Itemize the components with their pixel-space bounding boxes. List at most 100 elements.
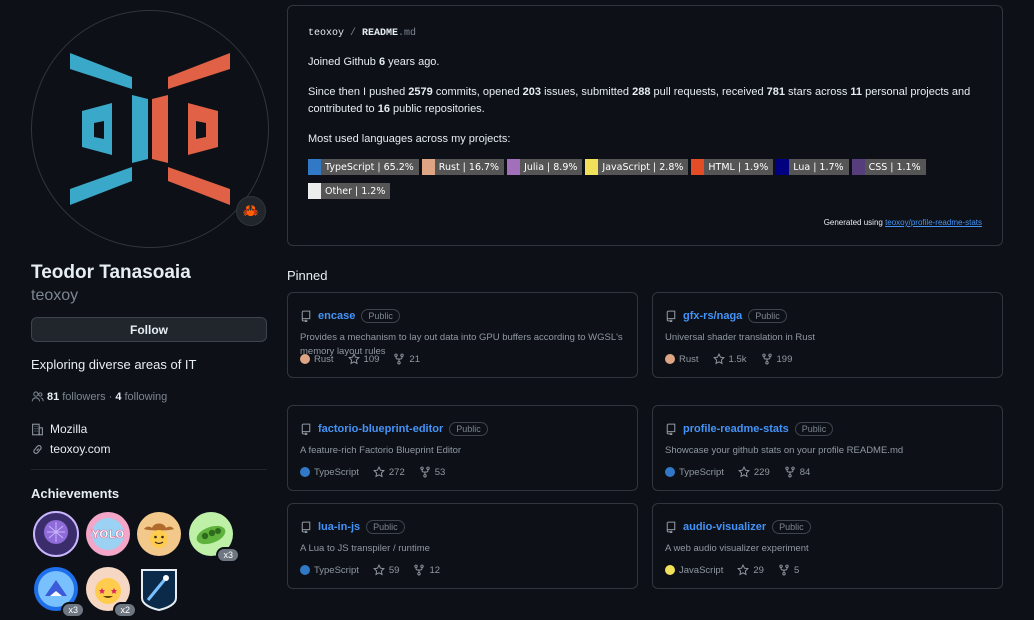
readme-file-extension: .md [398, 28, 417, 39]
star-icon [372, 564, 385, 576]
pinned-repo-card: lua-in-js Public A Lua to JS transpiler / … [287, 503, 638, 589]
language-name: JavaScript [679, 564, 724, 576]
repo-name-link[interactable]: gfx-rs/naga [683, 310, 742, 322]
repo-name-link[interactable]: encase [318, 310, 355, 322]
star-icon [347, 353, 360, 365]
language-color-dot [665, 565, 675, 575]
fork-icon [394, 353, 405, 365]
repo-stats: Rust 109 21 [300, 353, 434, 365]
language-name: TypeScript [314, 466, 359, 478]
status-emoji-badge[interactable]: 🦀 [236, 196, 266, 226]
repo-name-link[interactable]: audio-visualizer [683, 521, 766, 533]
repo-stars-link[interactable]: 59 [372, 564, 399, 576]
repo-forks-link[interactable]: 84 [784, 466, 810, 478]
languages-heading: Most used languages across my projects: [308, 133, 511, 145]
repo-language: TypeScript [665, 467, 724, 478]
language-color-dot [300, 354, 310, 364]
repo-icon [666, 423, 676, 435]
joined-suffix: years ago. [385, 56, 440, 68]
language-chip: CSS | 1.1% [851, 159, 926, 175]
pinned-repo-card: gfx-rs/naga Public Universal shader transl… [652, 292, 1003, 378]
language-chip: Julia | 8.9% [507, 159, 583, 175]
achievement-badge-7[interactable] [136, 566, 182, 612]
followers-count: 81 [47, 390, 60, 403]
stat-commits: 2579 [408, 86, 433, 98]
repo-name-link[interactable]: lua-in-js [318, 521, 360, 533]
repo-icon [301, 310, 311, 322]
language-label: Rust | 16.7% [438, 161, 500, 173]
link-icon [33, 444, 42, 454]
repo-language: Rust [300, 354, 334, 365]
forks-count: 5 [793, 564, 800, 576]
repo-stars-link[interactable]: 109 [347, 353, 379, 365]
following-label: following [124, 390, 168, 403]
followers-link[interactable]: 81 followers [47, 391, 106, 403]
achievement-badge-3[interactable] [136, 511, 182, 557]
repo-language: JavaScript [665, 565, 723, 576]
badge-count: x2 [113, 602, 137, 618]
stats-text: issues, submitted [541, 86, 633, 98]
achievement-badge-6[interactable]: x2 [85, 566, 137, 618]
language-label: Lua | 1.7% [793, 161, 844, 173]
repo-icon [666, 310, 676, 322]
forks-count: 21 [409, 353, 420, 365]
repo-forks-link[interactable]: 5 [778, 564, 799, 576]
repo-stars-link[interactable]: 1.5k [712, 353, 747, 365]
achievement-badge-4[interactable]: x3 [188, 511, 240, 563]
repo-stars-link[interactable]: 29 [737, 564, 764, 576]
repo-forks-link[interactable]: 21 [393, 353, 420, 365]
language-name: Rust [679, 353, 699, 365]
language-chip: Lua | 1.7% [776, 159, 849, 175]
achievement-badge-2[interactable]: YOLO [85, 511, 131, 557]
profile-bio: Exploring diverse areas of IT [31, 357, 197, 372]
language-swatch [507, 159, 521, 175]
generated-note: Generated using teoxoy/profile-readme-st… [824, 218, 982, 227]
pinned-heading: Pinned [287, 268, 328, 283]
following-link[interactable]: 4 following [115, 391, 167, 403]
achievement-badge-5[interactable]: x3 [33, 566, 85, 618]
achievement-cowboy-icon [137, 512, 181, 556]
sidebar-divider [31, 469, 267, 470]
language-color-dot [665, 354, 675, 364]
readme-path-separator: / [344, 28, 363, 39]
repo-language: TypeScript [300, 467, 359, 478]
repo-stars-link[interactable]: 272 [372, 466, 405, 478]
website-row: teoxoy.com [31, 442, 110, 456]
company-name: Mozilla [50, 422, 88, 436]
stats-text: public repositories. [389, 103, 485, 115]
visibility-badge: Public [366, 520, 405, 534]
repo-forks-link[interactable]: 199 [761, 353, 792, 365]
repo-icon [666, 521, 676, 533]
achievement-badge-1[interactable] [33, 511, 79, 557]
repo-name-link[interactable]: factorio-blueprint-editor [318, 423, 443, 435]
avatar-container: 🦀 [31, 10, 269, 248]
generated-prefix: Generated using [823, 218, 886, 227]
repo-language: Rust [665, 354, 699, 365]
readme-filename[interactable]: README [362, 28, 398, 39]
profile-readme: teoxoy / README.md Joined Github 6 years… [287, 5, 1003, 246]
visibility-badge: Public [748, 309, 787, 323]
language-color-dot [300, 467, 310, 477]
stat-issues: 203 [522, 86, 542, 98]
repo-forks-link[interactable]: 53 [419, 466, 445, 478]
fork-icon [761, 353, 772, 365]
language-chip: Rust | 16.7% [421, 159, 505, 175]
readme-owner[interactable]: teoxoy [308, 28, 344, 39]
follow-button[interactable]: Follow [31, 317, 267, 342]
website-link[interactable]: teoxoy.com [50, 442, 110, 456]
repo-icon [301, 423, 311, 435]
repo-forks-link[interactable]: 12 [413, 564, 440, 576]
repo-stars-link[interactable]: 229 [737, 466, 770, 478]
repo-header: profile-readme-stats Public [665, 422, 834, 436]
followers-label: followers [62, 390, 106, 403]
readme-stats: Since then I pushed 2579 commits, opened… [308, 84, 978, 118]
repo-name-link[interactable]: profile-readme-stats [683, 423, 789, 435]
visibility-badge: Public [794, 422, 834, 436]
generated-link[interactable]: teoxoy/profile-readme-stats [885, 218, 982, 227]
language-label: TypeScript | 65.2% [325, 161, 414, 173]
repo-description: A feature-rich Factorio Blueprint Editor [300, 445, 462, 456]
fork-icon [779, 564, 789, 576]
follow-separator: · [108, 390, 113, 403]
repo-stats: TypeScript 59 12 [300, 564, 454, 576]
avatar[interactable] [31, 10, 269, 248]
